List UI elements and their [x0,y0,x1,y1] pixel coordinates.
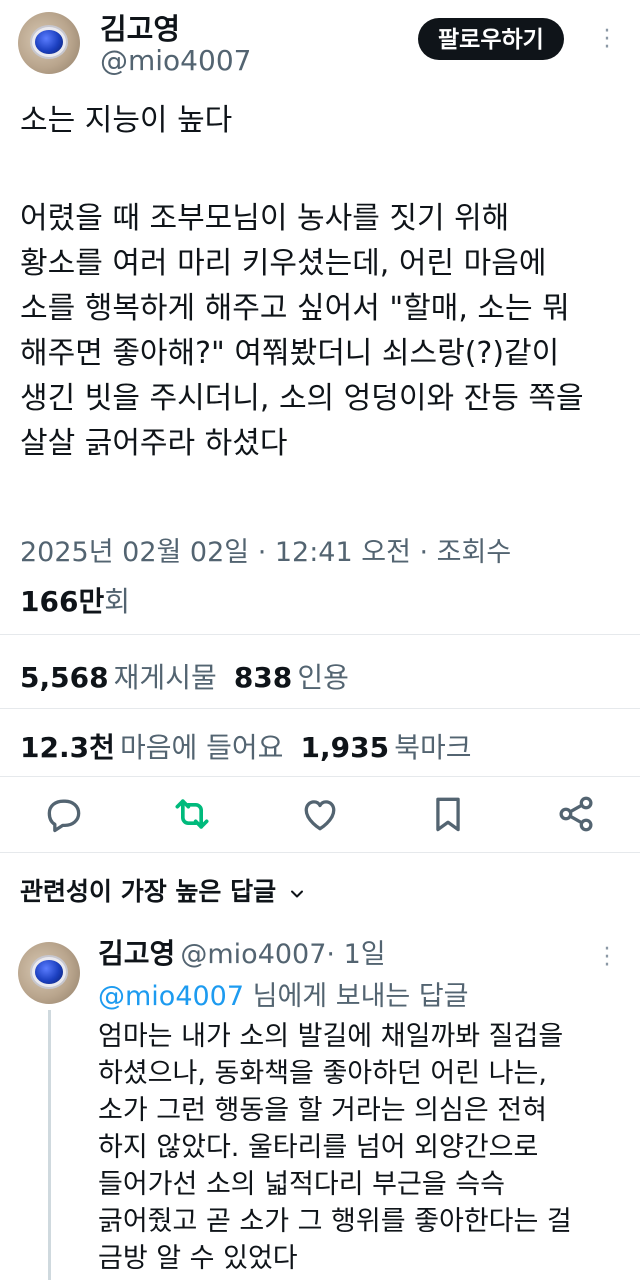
chevron-down-icon [287,884,307,908]
quotes-number: 838 [233,661,293,694]
reply-time[interactable]: · 1일 [326,939,385,970]
stats-row-likes: 12.3천 마음에 들어요 1,935 북마크 [20,726,471,766]
views-number: 166만 [20,585,105,618]
divider [0,852,640,853]
like-icon[interactable] [298,792,342,836]
more-options-icon[interactable]: · · · [600,21,614,59]
quotes-label: 인용 [297,661,349,694]
replies-sort-selector[interactable]: 관련성이 가장 높은 답글 [20,872,307,908]
reply-header: 김고영 @mio4007· 1일 [98,932,386,972]
author-name[interactable]: 김고영 [100,6,180,48]
likes-stat[interactable]: 12.3천 마음에 들어요 [20,731,283,764]
share-icon[interactable] [554,792,598,836]
reposts-stat[interactable]: 5,568 재게시물 [20,661,217,694]
reply-more-options-icon[interactable]: · · · [600,939,614,977]
avatar-ring-image [35,960,63,984]
post-title-line: 소는 지능이 높다 [20,103,233,138]
bookmarks-label: 북마크 [394,731,472,764]
reposts-label: 재게시물 [113,661,217,694]
avatar-ring-image [35,30,63,54]
stats-row-reposts: 5,568 재게시물 838 인용 [20,656,349,696]
quotes-stat[interactable]: 838 인용 [234,661,349,694]
thread-line [48,1010,51,1280]
reply-to-suffix: 님에게 보내는 답글 [244,981,469,1012]
bookmark-icon[interactable] [426,792,470,836]
bookmarks-stat[interactable]: 1,935 북마크 [301,731,472,764]
bookmarks-number: 1,935 [300,731,390,764]
divider [0,634,640,635]
post-views: 166만회 [20,580,130,620]
replies-sort-label: 관련성이 가장 높은 답글 [20,877,277,906]
reply-author-name[interactable]: 김고영 [98,937,175,970]
reply-context: @mio4007 님에게 보내는 답글 [98,974,469,1013]
divider [0,708,640,709]
reply-author-avatar[interactable] [18,942,80,1004]
post-body: 어렸을 때 조부모님이 농사를 짓기 위해 황소를 여러 마리 키우셨는데, 어… [20,201,584,461]
views-suffix: 회 [104,585,130,618]
reply-author-handle[interactable]: @mio4007 [180,939,326,970]
author-handle[interactable]: @mio4007 [100,44,251,77]
likes-number: 12.3천 [20,731,115,764]
reply-icon[interactable] [42,792,86,836]
author-avatar[interactable] [18,12,80,74]
follow-button[interactable]: 팔로우하기 [418,18,564,60]
reposts-number: 5,568 [20,661,109,694]
likes-label: 마음에 들어요 [119,731,284,764]
divider [0,776,640,777]
post-timestamp[interactable]: 2025년 02월 02일 · 12:41 오전 · 조회수 [20,530,511,569]
reply-to-handle[interactable]: @mio4007 [98,981,244,1012]
reply-body: 엄마는 내가 소의 발길에 채일까봐 질겁을 하셨으나, 동화책을 좋아하던 어… [98,1021,572,1274]
repost-icon[interactable] [170,792,214,836]
